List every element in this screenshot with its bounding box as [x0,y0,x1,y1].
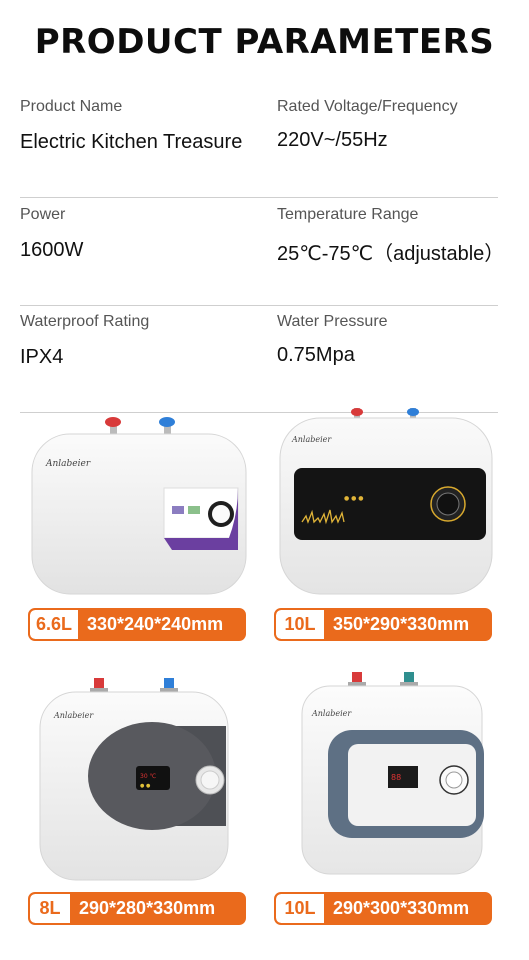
param-voltage: Rated Voltage/Frequency 220V~/55Hz [277,98,458,152]
param-value: 220V~/55Hz [277,129,388,151]
brand-logo: Anlabeier [291,435,332,444]
param-temperature: Temperature Range 25℃-75℃（adjustable） [277,206,504,266]
product-image-10l-grey: 88 Anlabeier [292,668,522,875]
capacity-label: 10L [276,610,324,639]
spec-badge: 10L 290*300*330mm [274,892,492,925]
param-value: Electric Kitchen Treasure [20,131,243,153]
dimensions-label: 350*290*330mm [333,614,470,634]
dimensions-label: 290*300*330mm [333,898,470,918]
param-product-name: Product Name Electric Kitchen Treasure [20,98,242,154]
spec-badge: 10L 350*290*330mm [274,608,492,641]
dimensions-label: 290*280*330mm [79,898,216,918]
capacity-label: 8L [30,894,70,923]
param-label: Water Pressure [277,313,388,330]
dimensions-label: 330*240*240mm [87,614,224,634]
param-value: IPX4 [20,346,64,368]
svg-text:30 ℃: 30 ℃ [140,773,157,780]
product-image-10l-black: ● ● ● Anlabeier [272,404,502,604]
spec-badge: 8L 290*280*330mm [28,892,246,925]
param-water-pressure: Water Pressure 0.75Mpa [277,313,388,367]
svg-text:● ●: ● ● [140,783,151,789]
svg-text:● ● ●: ● ● ● [344,495,364,502]
brand-logo: Anlabeier [311,709,352,718]
param-waterproof: Waterproof Rating IPX4 [20,313,149,369]
param-value: 1600W [20,239,84,261]
param-label: Temperature Range [277,206,419,223]
param-label: Product Name [20,98,123,115]
spec-badge: 6.6L 330*240*240mm [28,608,246,641]
param-value: 25℃-75℃（adjustable） [277,243,505,265]
brand-logo: Anlabeier [45,459,91,469]
capacity-label: 6.6L [30,610,78,639]
page-title: PRODUCT PARAMETERS [34,22,495,62]
param-row-2: Power 1600W Temperature Range 25℃-75℃（ad… [20,206,504,306]
param-power: Power 1600W [20,206,83,262]
divider [20,305,498,306]
brand-logo: Anlabeier [53,711,94,720]
param-label: Rated Voltage/Frequency [277,98,458,115]
product-image-8l: 30 ℃ ● ● Anlabeier [34,674,264,881]
divider [20,197,498,198]
svg-text:88: 88 [391,773,401,782]
param-row-3: Waterproof Rating IPX4 Water Pressure 0.… [20,313,498,413]
product-image-6-6l: Anlabeier [24,410,254,610]
param-label: Power [20,206,66,223]
capacity-label: 10L [276,894,324,923]
param-value: 0.75Mpa [277,344,355,366]
param-label: Waterproof Rating [20,313,150,330]
param-row-1: Product Name Electric Kitchen Treasure R… [20,98,498,198]
